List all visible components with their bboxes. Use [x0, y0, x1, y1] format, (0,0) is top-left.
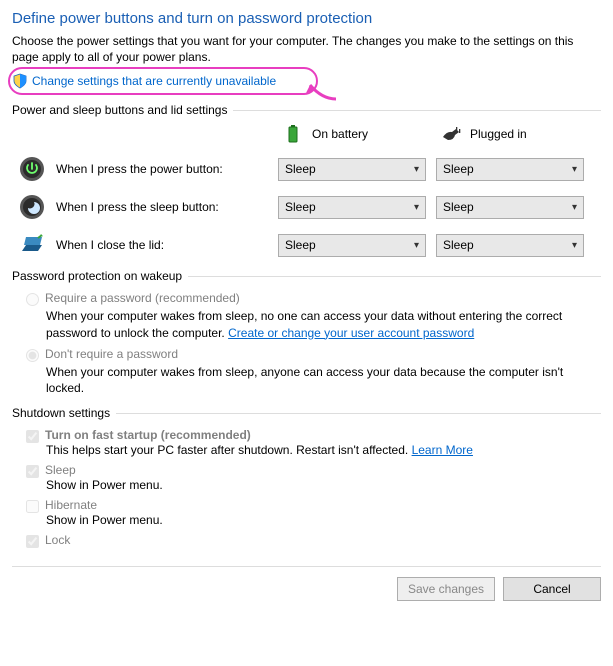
save-button: Save changes: [397, 577, 495, 601]
fast-startup-desc: This helps start your PC faster after sh…: [46, 443, 601, 457]
change-settings-link[interactable]: Change settings that are currently unava…: [32, 74, 276, 88]
check-lock-label: Lock: [45, 533, 70, 547]
column-headers: On battery Plugged in: [12, 123, 601, 145]
check-lock: Lock: [26, 533, 601, 548]
power-battery-dropdown[interactable]: Sleep▾: [278, 158, 426, 181]
radio-require-password-input: [26, 293, 39, 306]
radio-no-password-input: [26, 349, 39, 362]
section-power-sleep: Power and sleep buttons and lid settings: [12, 103, 601, 117]
check-hibernate-input: [26, 500, 39, 513]
check-fast-startup-label: Turn on fast startup (recommended): [45, 428, 251, 442]
check-sleep-label: Sleep: [45, 463, 76, 477]
section-password-label: Password protection on wakeup: [12, 269, 182, 283]
power-plugged-dropdown[interactable]: Sleep▾: [436, 158, 584, 181]
row-sleep-button: When I press the sleep button: Sleep▾ Sl…: [12, 193, 601, 221]
sleep-plugged-dropdown[interactable]: Sleep▾: [436, 196, 584, 219]
section-password: Password protection on wakeup: [12, 269, 601, 283]
chevron-down-icon: ▾: [572, 240, 577, 251]
radio-require-password-label: Require a password (recommended): [45, 291, 240, 305]
sleep-battery-dropdown[interactable]: Sleep▾: [278, 196, 426, 219]
col-plugged: Plugged in: [440, 123, 598, 145]
radio-no-password-label: Don't require a password: [45, 347, 178, 361]
shield-icon: [12, 73, 28, 89]
check-hibernate-label: Hibernate: [45, 498, 97, 512]
check-sleep: Sleep: [26, 463, 601, 478]
lid-icon: [18, 231, 46, 259]
col-battery: On battery: [282, 123, 440, 145]
chevron-down-icon: ▾: [414, 240, 419, 251]
row-lid-label: When I close the lid:: [56, 238, 278, 252]
check-hibernate: Hibernate: [26, 498, 601, 513]
section-shutdown: Shutdown settings: [12, 406, 601, 420]
chevron-down-icon: ▾: [572, 202, 577, 213]
footer: Save changes Cancel: [12, 566, 601, 601]
row-lid: When I close the lid: Sleep▾ Sleep▾: [12, 231, 601, 259]
battery-icon: [282, 123, 304, 145]
row-sleep-label: When I press the sleep button:: [56, 200, 278, 214]
page-subtitle: Choose the power settings that you want …: [12, 33, 601, 65]
require-password-desc: When your computer wakes from sleep, no …: [46, 308, 601, 340]
learn-more-link[interactable]: Learn More: [412, 443, 473, 457]
check-fast-startup-input: [26, 430, 39, 443]
row-power-label: When I press the power button:: [56, 162, 278, 176]
check-lock-input: [26, 535, 39, 548]
no-password-desc: When your computer wakes from sleep, any…: [46, 364, 601, 396]
radio-require-password: Require a password (recommended): [26, 291, 601, 306]
lid-plugged-dropdown[interactable]: Sleep▾: [436, 234, 584, 257]
hibernate-desc: Show in Power menu.: [46, 513, 601, 527]
page-title: Define power buttons and turn on passwor…: [12, 10, 601, 27]
sleep-desc: Show in Power menu.: [46, 478, 601, 492]
check-fast-startup: Turn on fast startup (recommended): [26, 428, 601, 443]
change-settings-row: Change settings that are currently unava…: [12, 73, 601, 89]
radio-no-password: Don't require a password: [26, 347, 601, 362]
chevron-down-icon: ▾: [414, 164, 419, 175]
plug-icon: [440, 123, 462, 145]
annotation-arrow-icon: [298, 75, 338, 105]
power-button-icon: [18, 155, 46, 183]
lid-battery-dropdown[interactable]: Sleep▾: [278, 234, 426, 257]
row-power-button: When I press the power button: Sleep▾ Sl…: [12, 155, 601, 183]
section-power-sleep-label: Power and sleep buttons and lid settings: [12, 103, 227, 117]
create-change-password-link[interactable]: Create or change your user account passw…: [228, 326, 474, 340]
cancel-button[interactable]: Cancel: [503, 577, 601, 601]
check-sleep-input: [26, 465, 39, 478]
chevron-down-icon: ▾: [572, 164, 577, 175]
section-shutdown-label: Shutdown settings: [12, 406, 110, 420]
sleep-button-icon: [18, 193, 46, 221]
chevron-down-icon: ▾: [414, 202, 419, 213]
